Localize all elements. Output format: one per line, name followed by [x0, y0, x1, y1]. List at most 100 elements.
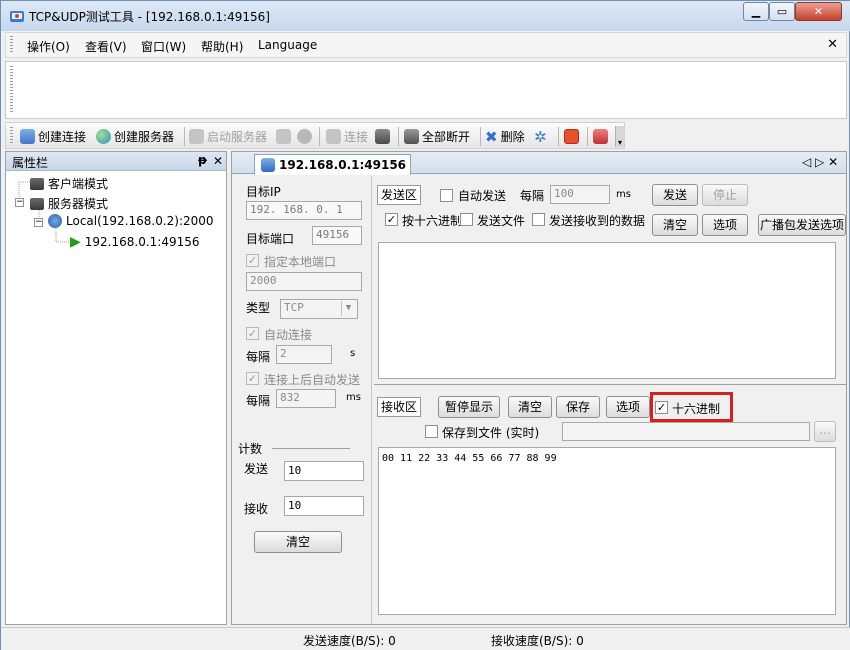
tree-item-local-server[interactable]: Local(192.168.0.2):2000 — [48, 214, 214, 228]
app-icon — [10, 11, 24, 22]
power-button[interactable] — [564, 127, 579, 146]
menu-window[interactable]: 窗口(W) — [141, 38, 186, 55]
save-file-path-field[interactable] — [562, 422, 810, 441]
send-options-button[interactable]: 选项 — [702, 214, 748, 236]
toolbar-separator — [480, 127, 481, 146]
create-connection-button[interactable]: 创建连接 — [20, 127, 86, 146]
mdi-close-icon[interactable]: ✕ — [827, 37, 838, 52]
cancel-icon — [297, 129, 312, 144]
connect-icon — [326, 129, 341, 144]
server-start-icon — [189, 129, 204, 144]
menu-view[interactable]: 查看(V) — [85, 38, 127, 55]
start-server-label: 启动服务器 — [207, 130, 268, 144]
disconnect-all-icon — [404, 129, 419, 144]
cancel-server-button[interactable] — [297, 127, 312, 146]
tree-collapse-icon[interactable]: − — [34, 218, 43, 227]
tab-nav-icons[interactable]: ◁ ▷ ✕ — [802, 155, 838, 169]
send-count-field[interactable]: 10 — [284, 461, 364, 481]
server-icon — [30, 197, 44, 210]
recv-hex-label: 十六进制 — [672, 402, 721, 416]
send-count-label: 发送 — [244, 462, 269, 476]
connect-button[interactable]: 连接 — [326, 127, 368, 146]
start-server-button[interactable]: 启动服务器 — [189, 127, 267, 146]
send-every-label: 每隔 — [520, 189, 545, 203]
tree-label: 192.168.0.1:49156 — [84, 235, 200, 249]
auto-send-interval-field[interactable]: 832 — [276, 389, 336, 408]
recv-count-field[interactable]: 10 — [284, 496, 364, 516]
tree-collapse-icon[interactable]: − — [15, 198, 24, 207]
close-button[interactable]: ✕ — [795, 2, 842, 21]
send-received-checkbox[interactable] — [532, 213, 545, 226]
clear-count-button[interactable]: 清空 — [254, 531, 342, 553]
menu-operate[interactable]: 操作(O) — [27, 38, 70, 55]
stop-button[interactable]: 停止 — [702, 184, 748, 206]
pause-display-button[interactable]: 暂停显示 — [438, 396, 500, 418]
disconnect-all-button[interactable]: 全部断开 — [404, 127, 470, 146]
recv-count-label: 接收 — [244, 502, 269, 516]
recv-hex-checkbox[interactable]: ✓ — [655, 401, 668, 414]
menu-help[interactable]: 帮助(H) — [201, 38, 243, 55]
auto-send-checkbox[interactable] — [440, 189, 453, 202]
target-port-field[interactable]: 49156 — [312, 226, 362, 245]
toolbar-grip[interactable] — [10, 127, 13, 145]
send-received-label: 发送接收到的数据 — [549, 214, 646, 228]
menu-grip[interactable] — [10, 36, 13, 54]
type-select[interactable]: TCP ▼ — [280, 299, 358, 319]
disconnect-all-label: 全部断开 — [422, 130, 471, 144]
tab-connection[interactable]: 192.168.0.1:49156 — [254, 154, 412, 175]
recv-textarea[interactable]: 00 11 22 33 44 55 66 77 88 99 — [378, 447, 836, 615]
auto-send-after-connect-checkbox[interactable]: ✓ — [246, 372, 259, 385]
menu-language[interactable]: Language — [258, 38, 317, 52]
tree-item-connection[interactable]: ▶ 192.168.0.1:49156 — [70, 234, 200, 250]
send-hex-checkbox[interactable]: ✓ — [385, 213, 398, 226]
toolbar-separator — [558, 127, 559, 146]
toolbar-overflow-icon[interactable]: ▾ — [615, 126, 624, 147]
delete-icon: ✖ — [485, 127, 498, 146]
send-area-label: 发送区 — [377, 185, 422, 205]
send-textarea[interactable] — [378, 242, 836, 379]
send-interval-field[interactable]: 100 — [550, 185, 610, 204]
tree-item-server-mode[interactable]: 服务器模式 — [30, 195, 108, 212]
auto-connect-checkbox[interactable]: ✓ — [246, 327, 259, 340]
target-ip-field[interactable]: 192. 168. 0. 1 — [246, 201, 362, 220]
pin-icon[interactable]: ᵽ — [198, 153, 207, 167]
save-to-file-checkbox[interactable] — [425, 425, 438, 438]
exit-button[interactable] — [593, 127, 608, 146]
count-divider — [272, 448, 350, 449]
network-button[interactable]: ✲ — [534, 127, 547, 146]
tree-label: 服务器模式 — [48, 197, 109, 211]
recv-save-button[interactable]: 保存 — [556, 396, 600, 418]
target-ip-label: 目标IP — [246, 185, 281, 199]
send-file-checkbox[interactable] — [460, 213, 473, 226]
toolbar-separator — [319, 127, 320, 146]
auto-send-label: 自动发送 — [458, 189, 507, 203]
auto-send-after-connect-label: 连接上后自动发送 — [264, 373, 361, 387]
panel-close-icon[interactable]: ✕ — [213, 154, 223, 168]
broadcast-options-button[interactable]: 广播包发送选项 — [758, 214, 846, 236]
title-bar[interactable]: TCP&UDP测试工具 - [192.168.0.1:49156] ▁ ▭ ✕ — [1, 1, 850, 31]
browse-button[interactable]: ... — [814, 421, 836, 442]
auto-connect-interval-field[interactable]: 2 — [276, 345, 332, 364]
tree-item-client-mode[interactable]: 客户端模式 — [30, 175, 108, 192]
stop-server-button[interactable] — [276, 127, 291, 146]
recv-clear-button[interactable]: 清空 — [508, 396, 552, 418]
chevron-down-icon: ▼ — [341, 301, 355, 316]
recv-content: 00 11 22 33 44 55 66 77 88 99 — [382, 453, 557, 464]
minimize-button[interactable]: ▁ — [743, 2, 769, 21]
send-clear-button[interactable]: 清空 — [652, 214, 698, 236]
send-file-label: 发送文件 — [477, 214, 526, 228]
local-port-field[interactable]: 2000 — [246, 272, 362, 291]
send-interval-unit: ms — [616, 189, 631, 200]
local-port-checkbox[interactable]: ✓ — [246, 254, 259, 267]
recv-options-button[interactable]: 选项 — [606, 396, 650, 418]
network-users-icon — [48, 214, 62, 228]
send-recv-splitter[interactable] — [374, 384, 846, 385]
create-server-label: 创建服务器 — [114, 130, 175, 144]
dock-grip[interactable] — [10, 66, 13, 114]
send-button[interactable]: 发送 — [652, 184, 698, 206]
tree-label: 客户端模式 — [48, 177, 109, 191]
delete-button[interactable]: ✖ 删除 — [485, 127, 525, 146]
maximize-button[interactable]: ▭ — [769, 2, 795, 21]
disconnect-button[interactable] — [375, 127, 390, 146]
create-server-button[interactable]: 创建服务器 — [96, 127, 174, 146]
